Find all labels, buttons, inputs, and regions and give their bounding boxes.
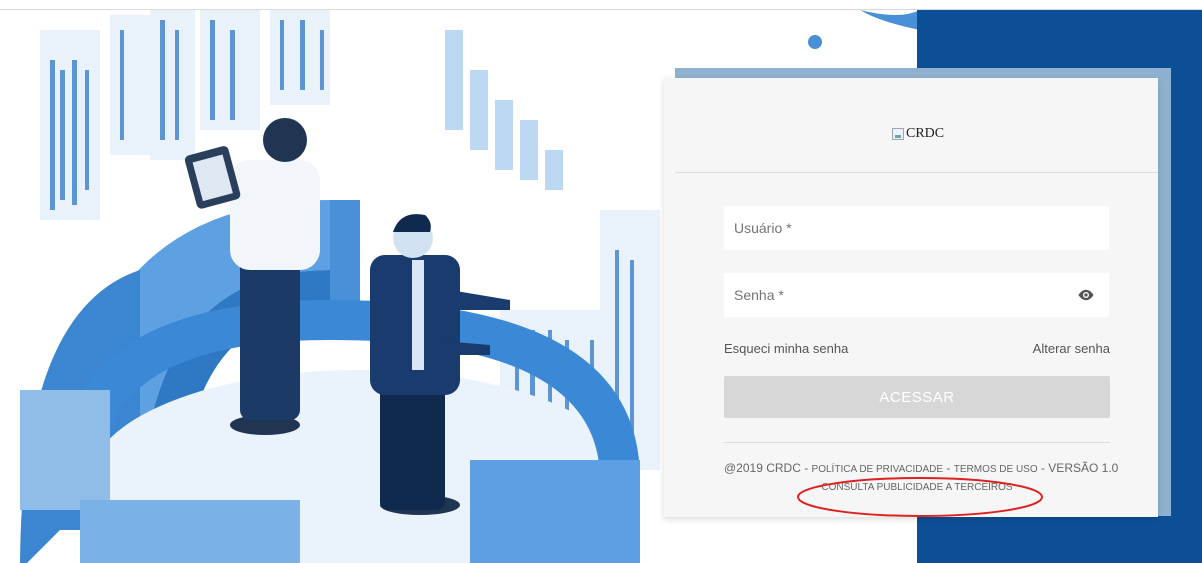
card-header-divider [675, 172, 1158, 173]
username-placeholder: Usuário * [734, 220, 792, 236]
submit-button[interactable]: ACESSAR [724, 376, 1110, 418]
version-text: - VERSÃO 1.0 [1037, 461, 1119, 475]
username-input[interactable]: Usuário * [724, 206, 1109, 250]
eye-icon[interactable] [1077, 288, 1095, 302]
password-placeholder: Senha * [734, 287, 784, 303]
copyright-text: @2019 CRDC - [724, 461, 812, 475]
terms-of-use-link[interactable]: TERMOS DE USO [954, 464, 1038, 475]
red-ellipse-annotation [797, 477, 1043, 517]
logo-image: CRDC [892, 126, 944, 142]
footer-divider [724, 442, 1110, 443]
footer-line: @2019 CRDC - POLÍTICA DE PRIVACIDADE - T… [724, 461, 1118, 475]
change-password-link[interactable]: Alterar senha [1033, 341, 1110, 356]
forgot-password-link[interactable]: Esqueci minha senha [724, 341, 848, 356]
footer-separator: - [943, 461, 954, 475]
broken-image-icon [892, 128, 904, 140]
password-input[interactable]: Senha * [724, 273, 1109, 317]
logo-alt-text: CRDC [906, 126, 945, 141]
privacy-policy-link[interactable]: POLÍTICA DE PRIVACIDADE [812, 464, 944, 475]
